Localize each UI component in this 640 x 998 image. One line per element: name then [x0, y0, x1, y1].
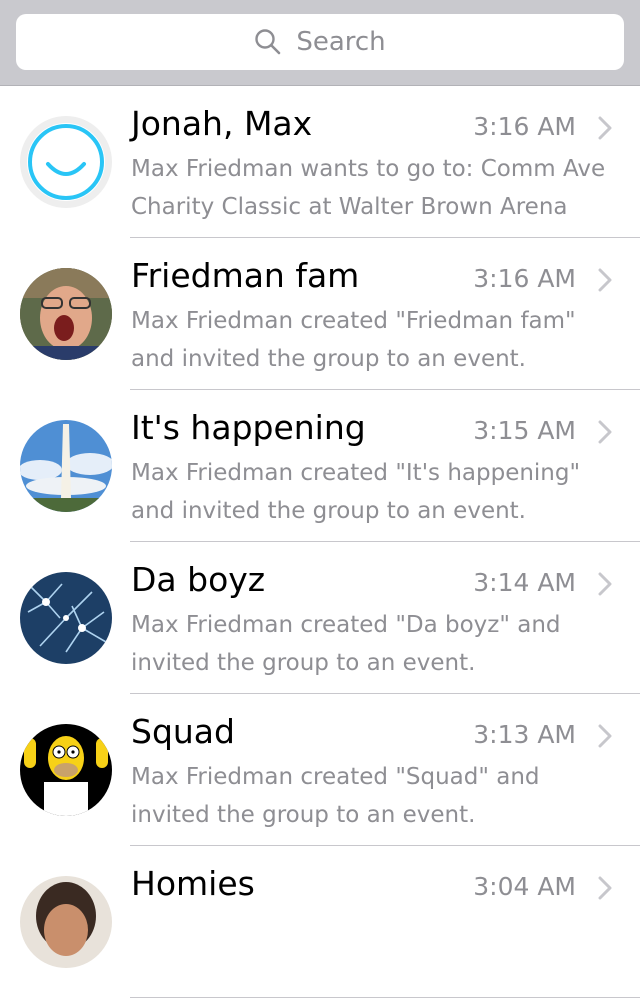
conversation-preview: Max Friedman created "It's happening" an… — [131, 460, 581, 524]
conversation-preview: Max Friedman wants to go to: Comm Ave Ch… — [131, 156, 606, 220]
conversation-title: Da boyz — [131, 560, 266, 599]
conversation-row-friedman-fam[interactable]: Friedman fam 3:16 AM Max Friedman create… — [0, 238, 640, 390]
person-photo-avatar — [20, 876, 112, 968]
person-photo-icon — [20, 876, 112, 968]
chevron-right-icon — [598, 724, 612, 748]
smiley-icon — [27, 123, 105, 201]
conversation-title: Friedman fam — [131, 256, 360, 295]
chevron-right-icon — [598, 268, 612, 292]
app-logo-avatar — [20, 116, 112, 208]
conversation-row-da-boyz[interactable]: Da boyz 3:14 AM Max Friedman created "Da… — [0, 542, 640, 694]
conversation-row-squad[interactable]: Squad 3:13 AM Max Friedman created "Squa… — [0, 694, 640, 846]
conversation-time: 3:16 AM — [473, 112, 576, 141]
conversation-time: 3:13 AM — [473, 720, 576, 749]
search-input[interactable]: Search — [16, 14, 624, 70]
chevron-right-icon — [598, 876, 612, 900]
conversation-title: Jonah, Max — [131, 104, 313, 143]
search-bar: Search — [0, 0, 640, 86]
conversation-time: 3:16 AM — [473, 264, 576, 293]
fireworks-photo-avatar — [20, 572, 112, 664]
conversation-time: 3:15 AM — [473, 416, 576, 445]
monument-photo-avatar — [20, 420, 112, 512]
conversation-list: Jonah, Max 3:16 AM Max Friedman wants to… — [0, 86, 640, 998]
monument-photo-icon — [20, 420, 112, 512]
conversation-title: Squad — [131, 712, 235, 751]
chevron-right-icon — [598, 116, 612, 140]
conversation-row-its-happening[interactable]: It's happening 3:15 AM Max Friedman crea… — [0, 390, 640, 542]
conversation-title: It's happening — [131, 408, 366, 447]
search-icon — [255, 29, 281, 55]
fireworks-photo-icon — [20, 572, 112, 664]
person-photo-icon — [20, 268, 112, 360]
conversation-time: 3:04 AM — [473, 872, 576, 901]
conversation-preview: Max Friedman created "Squad" and invited… — [131, 764, 540, 828]
search-placeholder: Search — [296, 27, 386, 57]
chevron-right-icon — [598, 572, 612, 596]
chevron-right-icon — [598, 420, 612, 444]
cartoon-character-icon — [20, 724, 112, 816]
conversation-row-homies[interactable]: Homies 3:04 AM — [0, 846, 640, 998]
conversation-preview: Max Friedman created "Da boyz" and invit… — [131, 612, 561, 676]
conversation-row-jonah-max[interactable]: Jonah, Max 3:16 AM Max Friedman wants to… — [0, 86, 640, 238]
conversation-title: Homies — [131, 864, 255, 903]
cartoon-avatar — [20, 724, 112, 816]
conversation-time: 3:14 AM — [473, 568, 576, 597]
conversation-preview: Max Friedman created "Friedman fam" and … — [131, 308, 576, 372]
person-photo-avatar — [20, 268, 112, 360]
